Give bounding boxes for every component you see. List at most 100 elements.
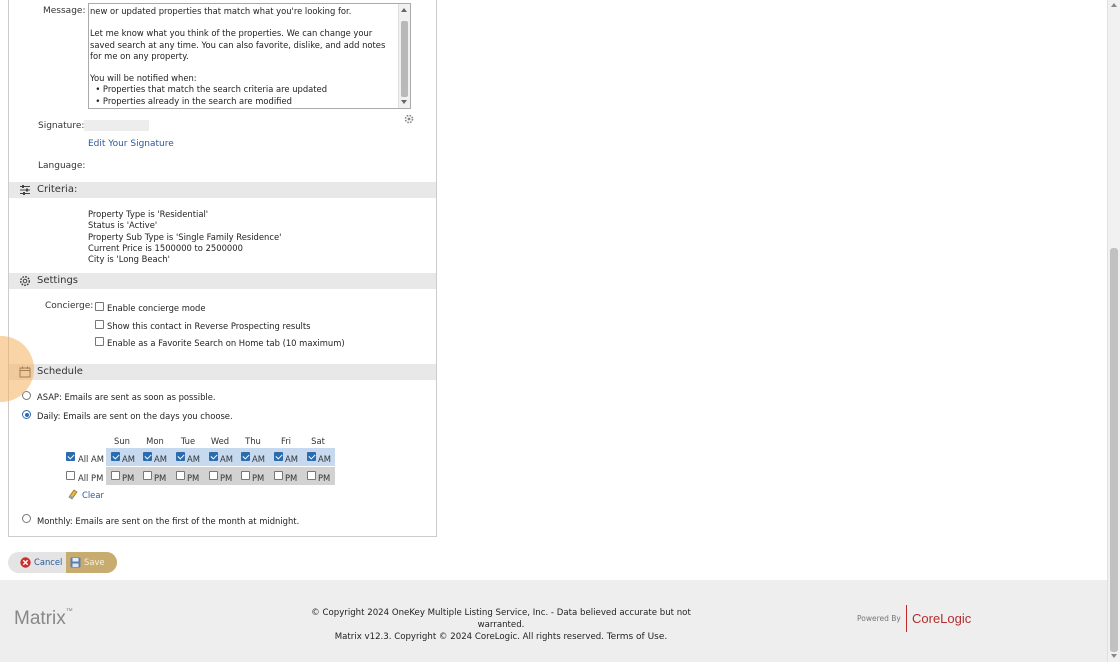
thu-pm-checkbox[interactable]	[241, 471, 250, 480]
day-header-wed: Wed	[210, 436, 230, 446]
sat-pm-checkbox[interactable]	[307, 471, 316, 480]
all-am-checkbox[interactable]	[66, 452, 75, 461]
pm-label: PM	[252, 473, 265, 483]
day-header-fri: Fri	[281, 436, 291, 446]
concierge-checkbox[interactable]	[95, 302, 104, 311]
pm-label: PM	[318, 473, 331, 483]
scroll-down-icon[interactable]	[401, 100, 407, 104]
reverse-prospecting-checkbox[interactable]	[95, 320, 104, 329]
action-buttons: Cancel Save	[8, 552, 117, 573]
message-textarea[interactable]: new or updated properties that match wha…	[88, 3, 411, 109]
concierge-label: Concierge:	[45, 301, 94, 311]
pm-label: PM	[220, 473, 233, 483]
concierge-option-label: Enable concierge mode	[107, 303, 206, 313]
signature-preview	[84, 120, 149, 131]
corelogic-logo: CoreLogic	[912, 611, 972, 626]
pm-label: PM	[285, 473, 298, 483]
daily-radio[interactable]	[22, 410, 31, 419]
eraser-icon[interactable]	[67, 488, 79, 503]
criteria-line: Current Price is 1500000 to 2500000	[88, 243, 243, 253]
pm-label: PM	[154, 473, 167, 483]
all-pm-checkbox[interactable]	[66, 471, 75, 480]
footer-divider	[906, 605, 907, 632]
pm-label: PM	[187, 473, 200, 483]
gear-icon	[19, 275, 31, 287]
criteria-line: Property Sub Type is 'Single Family Resi…	[88, 232, 282, 242]
edit-signature-link[interactable]: Edit Your Signature	[88, 139, 174, 149]
day-header-sat: Sat	[311, 436, 325, 446]
fri-pm-checkbox[interactable]	[274, 471, 283, 480]
matrix-logo-text: Matrix	[14, 608, 66, 629]
scroll-up-icon[interactable]	[401, 8, 407, 12]
criteria-line: Status is 'Active'	[88, 220, 158, 230]
day-header-tue: Tue	[180, 436, 196, 446]
tue-pm-checkbox[interactable]	[176, 471, 185, 480]
copyright-line-2: Matrix v12.3. Copyright © 2024 CoreLogic…	[300, 631, 702, 643]
message-text: new or updated properties that match wha…	[90, 6, 386, 106]
powered-by-label: Powered By	[857, 614, 901, 623]
wed-am-checkbox[interactable]	[209, 452, 218, 461]
criteria-section-header: Criteria:	[9, 182, 436, 198]
tue-am-checkbox[interactable]	[176, 452, 185, 461]
wed-pm-checkbox[interactable]	[209, 471, 218, 480]
mon-am-checkbox[interactable]	[143, 452, 152, 461]
criteria-line: City is 'Long Beach'	[88, 254, 170, 264]
signature-label: Signature:	[38, 121, 85, 131]
settings-section-header: Settings	[9, 273, 436, 289]
page-footer: Matrix™ © Copyright 2024 OneKey Multiple…	[0, 580, 1108, 662]
day-header-mon: Mon	[146, 436, 164, 446]
clear-link[interactable]: Clear	[82, 490, 104, 500]
copyright-line-2-text: Matrix v12.3. Copyright © 2024 CoreLogic…	[334, 632, 604, 642]
am-label: AM	[220, 454, 233, 464]
thu-am-checkbox[interactable]	[241, 452, 250, 461]
monthly-radio[interactable]	[22, 514, 31, 523]
am-label: AM	[154, 454, 167, 464]
sun-am-checkbox[interactable]	[111, 452, 120, 461]
day-header-sun: Sun	[114, 436, 130, 446]
am-label: AM	[285, 454, 298, 464]
message-label: Message:	[43, 6, 86, 16]
copyright-line-1: © Copyright 2024 OneKey Multiple Listing…	[311, 608, 691, 630]
page-scroll-thumb[interactable]	[1110, 248, 1118, 652]
floppy-disk-icon	[70, 557, 81, 568]
all-am-label: All AM	[78, 454, 105, 464]
save-button[interactable]: Save	[66, 552, 117, 573]
sliders-icon	[20, 185, 30, 195]
fri-am-checkbox[interactable]	[274, 452, 283, 461]
save-label: Save	[84, 557, 105, 567]
daily-label: Daily: Emails are sent on the days you c…	[37, 411, 233, 421]
settings-title: Settings	[37, 275, 79, 286]
copyright: © Copyright 2024 OneKey Multiple Listing…	[300, 607, 702, 643]
am-label: AM	[122, 454, 135, 464]
matrix-logo: Matrix™	[14, 608, 73, 629]
message-scrollbar[interactable]	[398, 4, 410, 108]
scroll-down-icon[interactable]	[1111, 654, 1117, 658]
message-scroll-thumb[interactable]	[401, 21, 408, 97]
asap-label: ASAP: Emails are sent as soon as possibl…	[37, 392, 216, 402]
cancel-label: Cancel	[34, 557, 63, 567]
scroll-up-icon[interactable]	[1111, 3, 1117, 7]
mon-pm-checkbox[interactable]	[143, 471, 152, 480]
am-label: AM	[252, 454, 265, 464]
sun-pm-checkbox[interactable]	[111, 471, 120, 480]
cancel-button[interactable]: Cancel	[8, 552, 66, 573]
favorite-search-label: Enable as a Favorite Search on Home tab …	[107, 338, 345, 348]
criteria-title: Criteria:	[37, 184, 78, 195]
terms-of-use-link[interactable]: Terms of Use.	[607, 632, 668, 642]
schedule-title: Schedule	[37, 366, 83, 377]
favorite-search-checkbox[interactable]	[95, 337, 104, 346]
am-label: AM	[187, 454, 200, 464]
pm-label: PM	[122, 473, 135, 483]
day-header-thu: Thu	[245, 436, 261, 446]
resize-gear-icon[interactable]	[403, 113, 415, 128]
monthly-label: Monthly: Emails are sent on the first of…	[37, 516, 300, 526]
all-pm-label: All PM	[78, 473, 104, 483]
reverse-prospecting-label: Show this contact in Reverse Prospecting…	[107, 321, 311, 331]
sat-am-checkbox[interactable]	[307, 452, 316, 461]
cancel-icon	[20, 557, 31, 568]
schedule-section-header: Schedule	[9, 364, 436, 380]
language-label: Language:	[38, 161, 86, 171]
criteria-line: Property Type is 'Residential'	[88, 209, 209, 219]
am-label: AM	[318, 454, 331, 464]
page-scrollbar[interactable]	[1107, 0, 1120, 662]
